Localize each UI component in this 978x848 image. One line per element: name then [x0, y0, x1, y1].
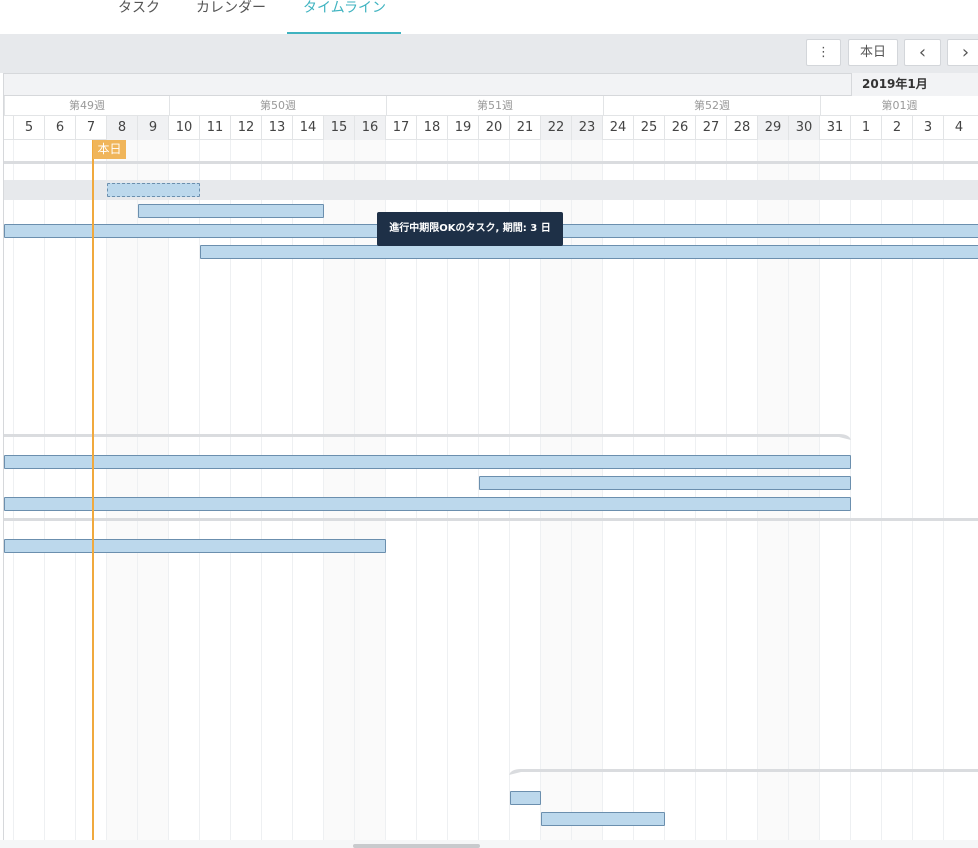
- day-cell: 6: [44, 116, 75, 140]
- day-cell: 16: [354, 116, 385, 140]
- day-cell: 10: [168, 116, 199, 140]
- day-cell: 7: [75, 116, 106, 140]
- task-bar[interactable]: [479, 476, 851, 490]
- week-label: 第51週: [386, 96, 603, 116]
- day-cell: 30: [788, 116, 819, 140]
- day-cell: 18: [416, 116, 447, 140]
- chevron-right-icon: ›: [961, 42, 970, 63]
- day-cell: 21: [509, 116, 540, 140]
- group-separator: [4, 518, 978, 521]
- day-cell: 19: [447, 116, 478, 140]
- day-cell: 3: [912, 116, 943, 140]
- horizontal-scrollbar[interactable]: [0, 840, 978, 848]
- today-button[interactable]: 本日: [848, 39, 898, 66]
- day-cell: 25: [633, 116, 664, 140]
- group-separator: [520, 769, 978, 772]
- day-cell: 24: [602, 116, 633, 140]
- day-cell: 2: [881, 116, 912, 140]
- day-cell: 26: [664, 116, 695, 140]
- day-cell: 8: [106, 116, 137, 140]
- week-label: 第50週: [169, 96, 386, 116]
- task-bar[interactable]: [541, 812, 665, 826]
- grid-line: [13, 140, 14, 840]
- day-cell: 12: [230, 116, 261, 140]
- day-cell: 11: [199, 116, 230, 140]
- task-bar[interactable]: [4, 497, 851, 511]
- week-label: 第52週: [603, 96, 820, 116]
- tab-calendar[interactable]: カレンダー: [196, 0, 266, 34]
- chevron-left-icon: ‹: [918, 42, 927, 63]
- week-label: 第01週: [820, 96, 978, 116]
- today-badge: 本日: [93, 140, 126, 159]
- day-cell: 17: [385, 116, 416, 140]
- week-label: 第49週: [4, 96, 169, 116]
- day-cell: 4: [943, 116, 974, 140]
- grid-line: [168, 140, 169, 840]
- weekend-column: [137, 140, 168, 840]
- task-bar[interactable]: [200, 245, 978, 259]
- view-tabs: タスク カレンダー タイムライン: [0, 0, 978, 34]
- more-options-button[interactable]: ⋮: [806, 39, 841, 66]
- day-cell: 28: [726, 116, 757, 140]
- task-bar[interactable]: [107, 183, 200, 197]
- grid-line: [44, 140, 45, 840]
- day-cell: 14: [292, 116, 323, 140]
- grid-line: [137, 140, 138, 840]
- timeline-toolbar: ⋮ 本日 ‹ ›: [0, 34, 978, 73]
- prev-button[interactable]: ‹: [904, 39, 941, 66]
- task-bar[interactable]: [138, 204, 324, 218]
- day-cell: 31: [819, 116, 850, 140]
- day-cell: 22: [540, 116, 571, 140]
- task-bar[interactable]: [510, 791, 541, 805]
- task-bar[interactable]: [4, 539, 386, 553]
- group-separator: [4, 161, 978, 164]
- day-cell: 9: [137, 116, 168, 140]
- task-bar[interactable]: [4, 455, 851, 469]
- month-label: 2019年1月: [851, 73, 978, 96]
- scrollbar-thumb[interactable]: [353, 844, 480, 848]
- group-separator: [4, 434, 840, 437]
- next-button[interactable]: ›: [947, 39, 978, 66]
- more-vertical-icon: ⋮: [817, 45, 830, 60]
- day-cell: 20: [478, 116, 509, 140]
- month-header-row: [4, 73, 978, 96]
- grid-line: [106, 140, 107, 840]
- day-cell: 27: [695, 116, 726, 140]
- day-cell: 15: [323, 116, 354, 140]
- task-tooltip: 進行中期限OKのタスク, 期間: 3 日: [377, 212, 563, 246]
- day-cell: 5: [13, 116, 44, 140]
- day-cell: 23: [571, 116, 602, 140]
- day-cell: 1: [850, 116, 881, 140]
- day-cell: 13: [261, 116, 292, 140]
- tab-timeline[interactable]: タイムライン: [303, 0, 386, 34]
- tab-tasks[interactable]: タスク: [118, 0, 160, 34]
- grid-line: [75, 140, 76, 840]
- day-cell: 29: [757, 116, 788, 140]
- group-end-curve: [839, 434, 851, 440]
- today-line: [92, 140, 94, 840]
- weekend-column: [106, 140, 137, 840]
